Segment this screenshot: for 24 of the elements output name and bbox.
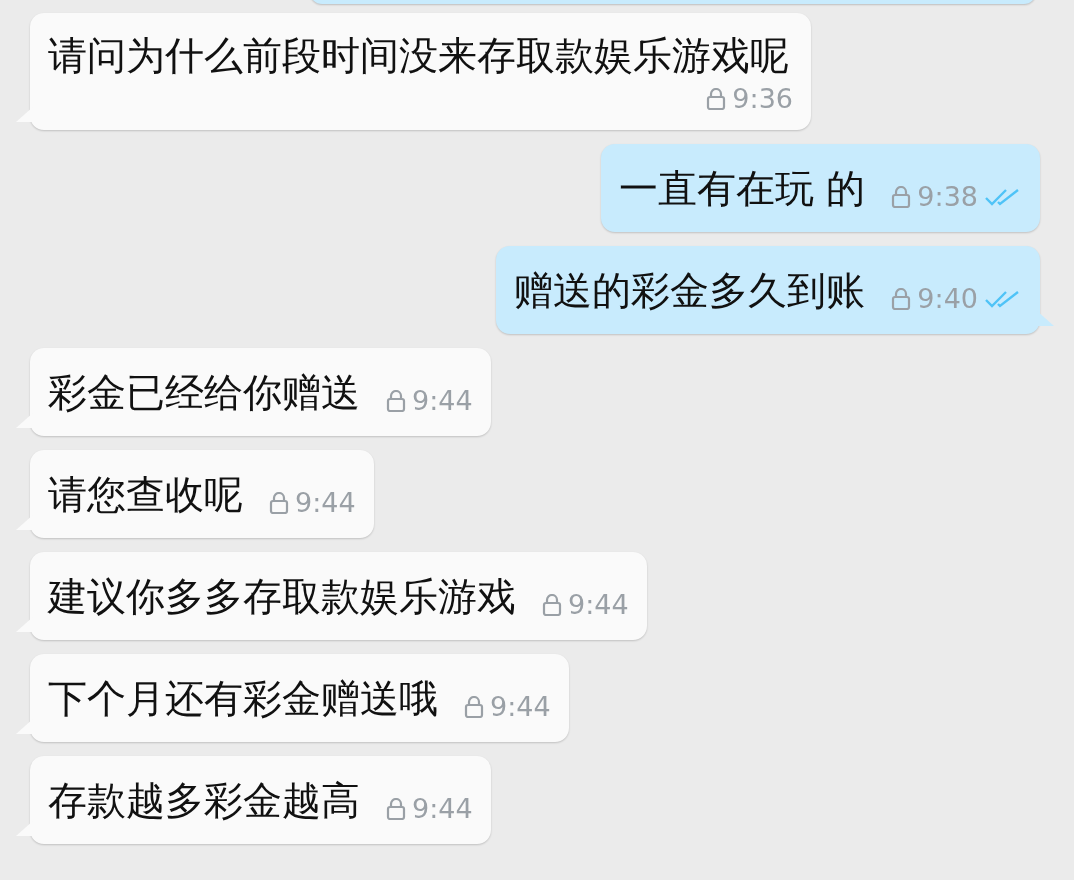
message-time: 9:44 [490, 693, 551, 720]
lock-icon [891, 287, 912, 310]
lock-icon [542, 593, 562, 616]
message-text: 彩金已经给你赠送 [48, 369, 360, 417]
message-text: 存款越多彩金越高 [48, 777, 360, 825]
lock-icon [386, 389, 406, 412]
message-text: 赠送的彩金多久到账 [514, 267, 866, 315]
lock-icon [386, 797, 406, 820]
message-time: 9:44 [412, 795, 473, 822]
message-text: 下个月还有彩金赠送哦 [48, 675, 438, 723]
message-text: 请问为什么前段时间没来存取款娱乐游戏呢 [48, 33, 790, 79]
message-time: 9:44 [568, 591, 629, 618]
lock-icon [464, 695, 484, 718]
lock-icon [891, 185, 912, 208]
message-text: 建议你多多存取款娱乐游戏 [48, 573, 516, 621]
message-text: 一直有在玩 的 [618, 165, 866, 213]
lock-icon [706, 87, 727, 110]
message-time: 9:40 [917, 285, 978, 312]
message-time: 9:38 [917, 183, 978, 210]
lock-icon [269, 491, 289, 514]
message-time: 9:44 [412, 387, 473, 414]
message-time: 9:36 [732, 85, 793, 112]
message-text: 请您查收呢 [48, 471, 243, 519]
message-time: 9:44 [295, 489, 356, 516]
